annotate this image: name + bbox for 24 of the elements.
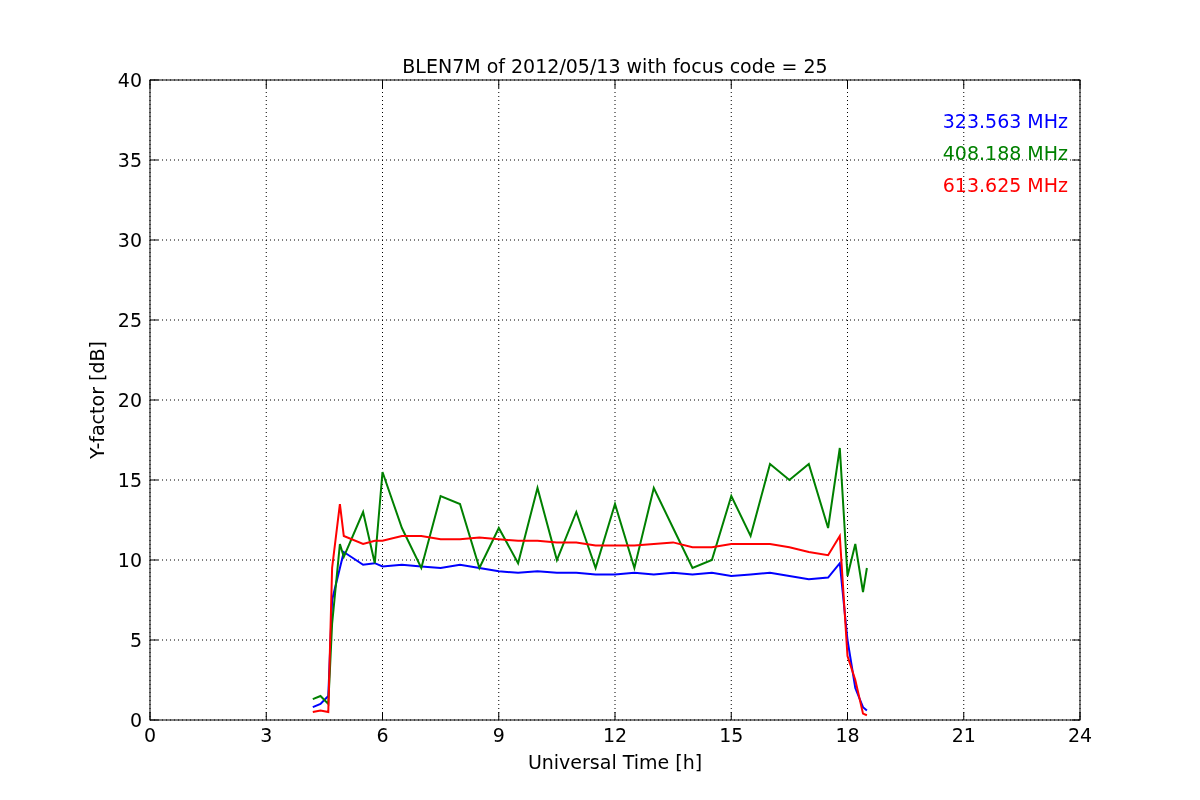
x-tick-label: 21 [951, 724, 976, 746]
x-tick-label: 9 [492, 724, 505, 746]
legend-label: 323.563 MHz [942, 110, 1068, 132]
y-tick-label: 40 [117, 69, 142, 91]
x-tick-label: 6 [376, 724, 389, 746]
chart-title: BLEN7M of 2012/05/13 with focus code = 25 [402, 55, 828, 77]
y-tick-label: 35 [117, 149, 142, 171]
y-tick-label: 20 [117, 389, 142, 411]
x-tick-label: 12 [602, 724, 628, 746]
y-tick-label: 0 [129, 709, 142, 731]
legend-label: 613.625 MHz [942, 174, 1068, 196]
y-tick-label: 10 [117, 549, 142, 571]
y-tick-label: 5 [129, 629, 142, 651]
y-tick-label: 30 [117, 229, 142, 251]
y-tick-label: 25 [117, 309, 142, 331]
y-tick-label: 15 [117, 469, 142, 491]
y-axis-label: Y-factor [dB] [86, 341, 108, 459]
x-axis-label: Universal Time [h] [527, 751, 703, 773]
x-tick-label: 24 [1067, 724, 1093, 746]
x-tick-label: 18 [835, 724, 860, 746]
x-tick-label: 0 [143, 724, 157, 746]
x-tick-label: 15 [719, 724, 744, 746]
legend-label: 408.188 MHz [942, 142, 1068, 164]
x-tick-label: 3 [260, 724, 273, 746]
